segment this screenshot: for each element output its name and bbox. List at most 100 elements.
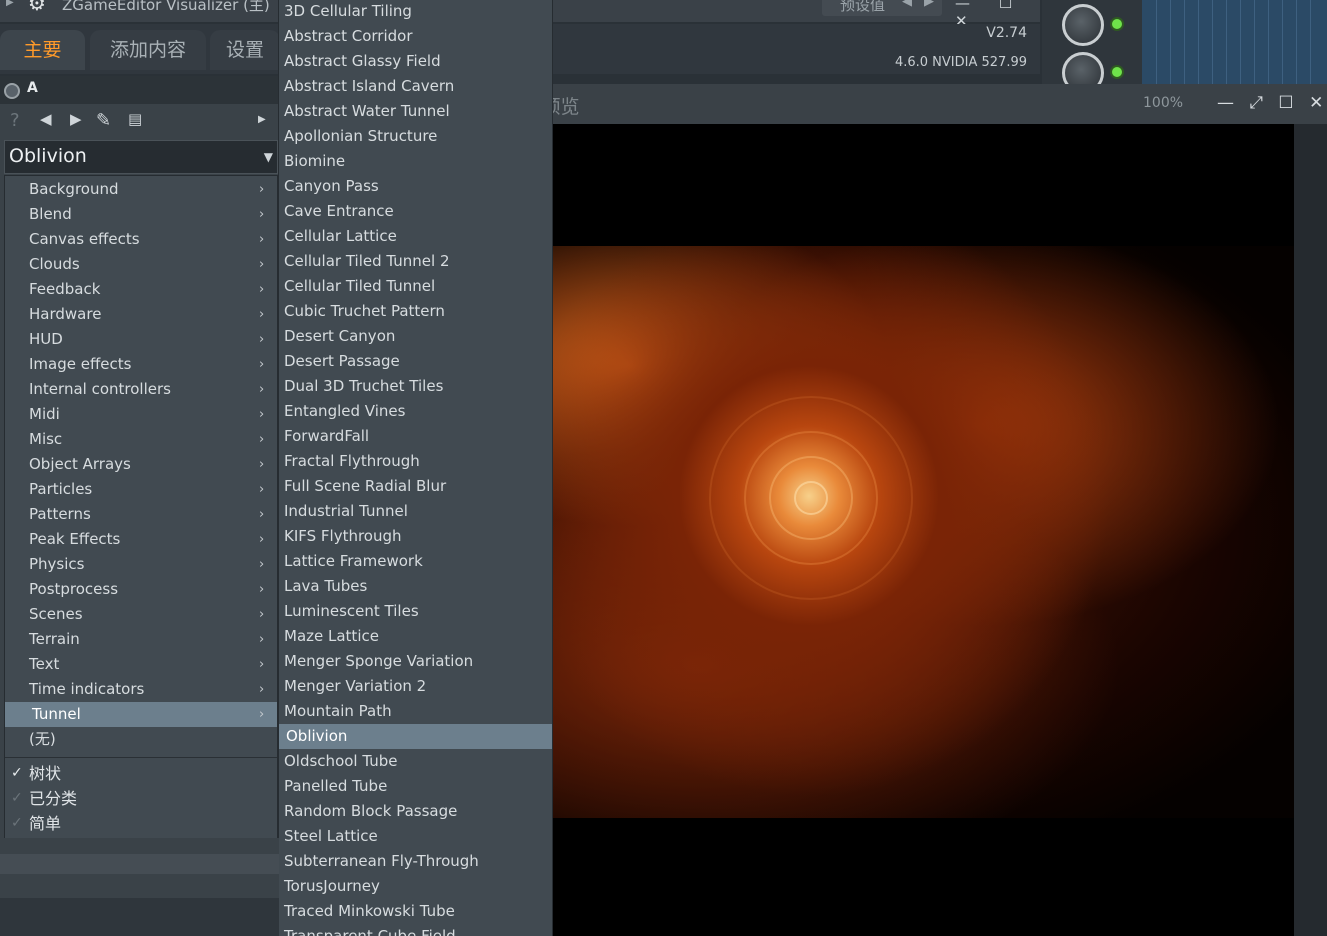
preset-item[interactable]: Dual 3D Truchet Tiles [279, 374, 552, 399]
collapse-arrow-icon[interactable]: ▶ [6, 0, 14, 8]
preset-label: Oldschool Tube [284, 752, 398, 770]
preview-window-buttons[interactable]: — ⤢ ☐ ✕ [1217, 93, 1323, 113]
category-item[interactable]: Particles › [5, 477, 277, 502]
preset-selector[interactable]: Oblivion ▼ [4, 140, 278, 174]
help-icon[interactable]: ? [10, 110, 20, 131]
tab-main[interactable]: 主要 [0, 30, 85, 70]
category-item[interactable]: Scenes › [5, 602, 277, 627]
tab-settings[interactable]: 设置 [210, 30, 280, 70]
category-label: Postprocess [29, 580, 119, 598]
category-item[interactable]: Time indicators › [5, 677, 277, 702]
preset-item[interactable]: Cellular Tiled Tunnel [279, 274, 552, 299]
category-item[interactable]: Midi › [5, 402, 277, 427]
preset-label: Industrial Tunnel [284, 502, 408, 520]
preset-item[interactable]: Abstract Island Cavern [279, 74, 552, 99]
category-item[interactable]: Tunnel › [5, 702, 277, 727]
category-item[interactable]: Patterns › [5, 502, 277, 527]
next-icon[interactable]: ▶ [70, 110, 82, 128]
preset-item[interactable]: Lava Tubes [279, 574, 552, 599]
preset-item[interactable]: Random Block Passage [279, 799, 552, 824]
close-icon[interactable]: ✕ [1309, 93, 1323, 113]
preset-item[interactable]: Desert Canyon [279, 324, 552, 349]
category-item[interactable]: Internal controllers › [5, 377, 277, 402]
view-option[interactable]: ✓ 已分类 [5, 786, 277, 811]
preset-item[interactable]: Mountain Path [279, 699, 552, 724]
preset-item[interactable]: Cubic Truchet Pattern [279, 299, 552, 324]
preset-item[interactable]: Luminescent Tiles [279, 599, 552, 624]
category-item[interactable]: Postprocess › [5, 577, 277, 602]
preset-item[interactable]: Canyon Pass [279, 174, 552, 199]
chevron-right-icon: › [259, 632, 265, 647]
browse-icon[interactable]: ▤ [128, 110, 142, 128]
preset-item[interactable]: Cellular Tiled Tunnel 2 [279, 249, 552, 274]
preset-item[interactable]: Abstract Water Tunnel [279, 99, 552, 124]
preset-item[interactable]: Menger Variation 2 [279, 674, 552, 699]
category-item[interactable]: Terrain › [5, 627, 277, 652]
preset-selector-value: Oblivion [9, 145, 87, 167]
category-item[interactable]: Hardware › [5, 302, 277, 327]
minimize-icon[interactable]: — [1217, 93, 1234, 113]
maximize-icon[interactable]: ☐ [1278, 93, 1293, 113]
preset-item[interactable]: Menger Sponge Variation [279, 649, 552, 674]
knob-1[interactable] [1062, 4, 1104, 46]
preset-label: Cellular Tiled Tunnel 2 [284, 252, 450, 270]
category-item[interactable]: Object Arrays › [5, 452, 277, 477]
category-item[interactable]: Blend › [5, 202, 277, 227]
category-item[interactable]: Text › [5, 652, 277, 677]
preset-nav-box[interactable]: 预设值 ◀ ▶ [822, 0, 942, 16]
preset-item[interactable]: Desert Passage [279, 349, 552, 374]
preset-item[interactable]: KIFS Flythrough [279, 524, 552, 549]
view-option[interactable]: ✓ 简单 [5, 811, 277, 836]
category-item[interactable]: Clouds › [5, 252, 277, 277]
preset-item[interactable]: Fractal Flythrough [279, 449, 552, 474]
preset-label: Desert Canyon [284, 327, 396, 345]
prev-icon[interactable]: ◀ [40, 110, 52, 128]
preset-item[interactable]: Cave Entrance [279, 199, 552, 224]
preset-item[interactable]: Industrial Tunnel [279, 499, 552, 524]
chevron-down-icon: ▼ [263, 150, 273, 164]
zoom-level[interactable]: 100% [1143, 95, 1183, 111]
category-item[interactable]: HUD › [5, 327, 277, 352]
preset-item[interactable]: 3D Cellular Tiling [279, 0, 552, 24]
preset-item[interactable]: Abstract Corridor [279, 24, 552, 49]
category-none[interactable]: (无) [5, 727, 277, 752]
preset-item[interactable]: Maze Lattice [279, 624, 552, 649]
preview-scrollbar[interactable] [1294, 124, 1327, 936]
category-item[interactable]: Feedback › [5, 277, 277, 302]
chevron-right-icon: › [259, 557, 265, 572]
preset-item[interactable]: Oblivion [279, 724, 552, 749]
prev-preset-icon[interactable]: ◀ [902, 0, 912, 9]
fullscreen-icon[interactable]: ⤢ [1249, 93, 1263, 113]
preset-item[interactable]: Cellular Lattice [279, 224, 552, 249]
preset-item[interactable]: ForwardFall [279, 424, 552, 449]
category-item[interactable]: Image effects › [5, 352, 277, 377]
gear-icon[interactable]: ⚙ [28, 0, 48, 13]
category-item[interactable]: Physics › [5, 552, 277, 577]
preset-item[interactable]: Transparent Cube Field [279, 924, 552, 936]
chevron-right-icon: › [259, 482, 265, 497]
pattern-grid [1142, 0, 1327, 84]
preset-label: Cellular Tiled Tunnel [284, 277, 436, 295]
preset-item[interactable]: Steel Lattice [279, 824, 552, 849]
preset-item[interactable]: Panelled Tube [279, 774, 552, 799]
category-item[interactable]: Canvas effects › [5, 227, 277, 252]
category-item[interactable]: Misc › [5, 427, 277, 452]
preset-item[interactable]: Entangled Vines [279, 399, 552, 424]
layer-radio[interactable] [4, 83, 20, 99]
preset-item[interactable]: Abstract Glassy Field [279, 49, 552, 74]
preset-item[interactable]: Subterranean Fly-Through [279, 849, 552, 874]
brush-icon[interactable]: ✎ [96, 110, 111, 131]
preset-item[interactable]: TorusJourney [279, 874, 552, 899]
preset-item[interactable]: Lattice Framework [279, 549, 552, 574]
preset-item[interactable]: Apollonian Structure [279, 124, 552, 149]
category-item[interactable]: Background › [5, 177, 277, 202]
preset-item[interactable]: Oldschool Tube [279, 749, 552, 774]
view-option[interactable]: ✓ 树状 [5, 761, 277, 786]
preset-item[interactable]: Traced Minkowski Tube [279, 899, 552, 924]
category-item[interactable]: Peak Effects › [5, 527, 277, 552]
toolbar-arrow-icon[interactable]: ▶ [258, 114, 266, 125]
tab-add-content[interactable]: 添加内容 [90, 30, 206, 70]
next-preset-icon[interactable]: ▶ [924, 0, 934, 9]
preset-item[interactable]: Biomine [279, 149, 552, 174]
preset-item[interactable]: Full Scene Radial Blur [279, 474, 552, 499]
